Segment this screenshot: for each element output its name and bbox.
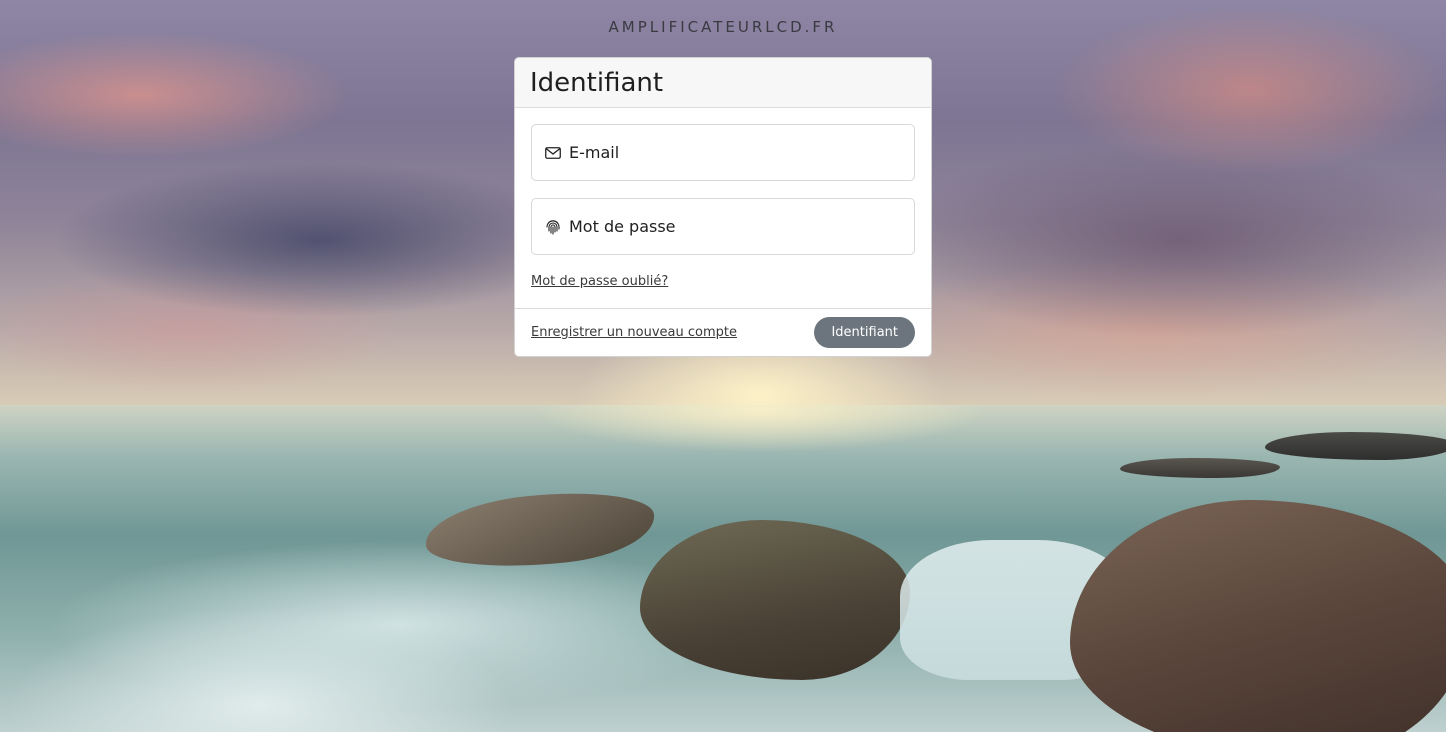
site-title[interactable]: AMPLIFICATEURLCD.FR bbox=[0, 18, 1446, 36]
login-card-header: Identifiant bbox=[515, 58, 931, 108]
login-card-footer: Enregistrer un nouveau compte Identifian… bbox=[515, 308, 931, 356]
fingerprint-icon bbox=[544, 218, 561, 235]
login-submit-button[interactable]: Identifiant bbox=[814, 317, 915, 348]
email-field[interactable] bbox=[531, 124, 915, 181]
email-input[interactable] bbox=[569, 143, 902, 162]
login-card: Identifiant E-mail Mot de passe oublié? … bbox=[514, 57, 932, 357]
login-card-body: Mot de passe oublié? bbox=[515, 108, 931, 310]
background-rock bbox=[640, 520, 910, 680]
login-heading: Identifiant bbox=[530, 67, 664, 98]
background-rock bbox=[1120, 458, 1280, 478]
register-link[interactable]: Enregistrer un nouveau compte bbox=[531, 325, 737, 340]
login-page: AMPLIFICATEURLCD.FR Identifiant E-mail M… bbox=[0, 0, 1446, 732]
password-input[interactable] bbox=[569, 217, 902, 236]
password-field[interactable] bbox=[531, 198, 915, 255]
envelope-icon bbox=[544, 144, 561, 161]
forgot-password-link[interactable]: Mot de passe oublié? bbox=[531, 274, 668, 289]
